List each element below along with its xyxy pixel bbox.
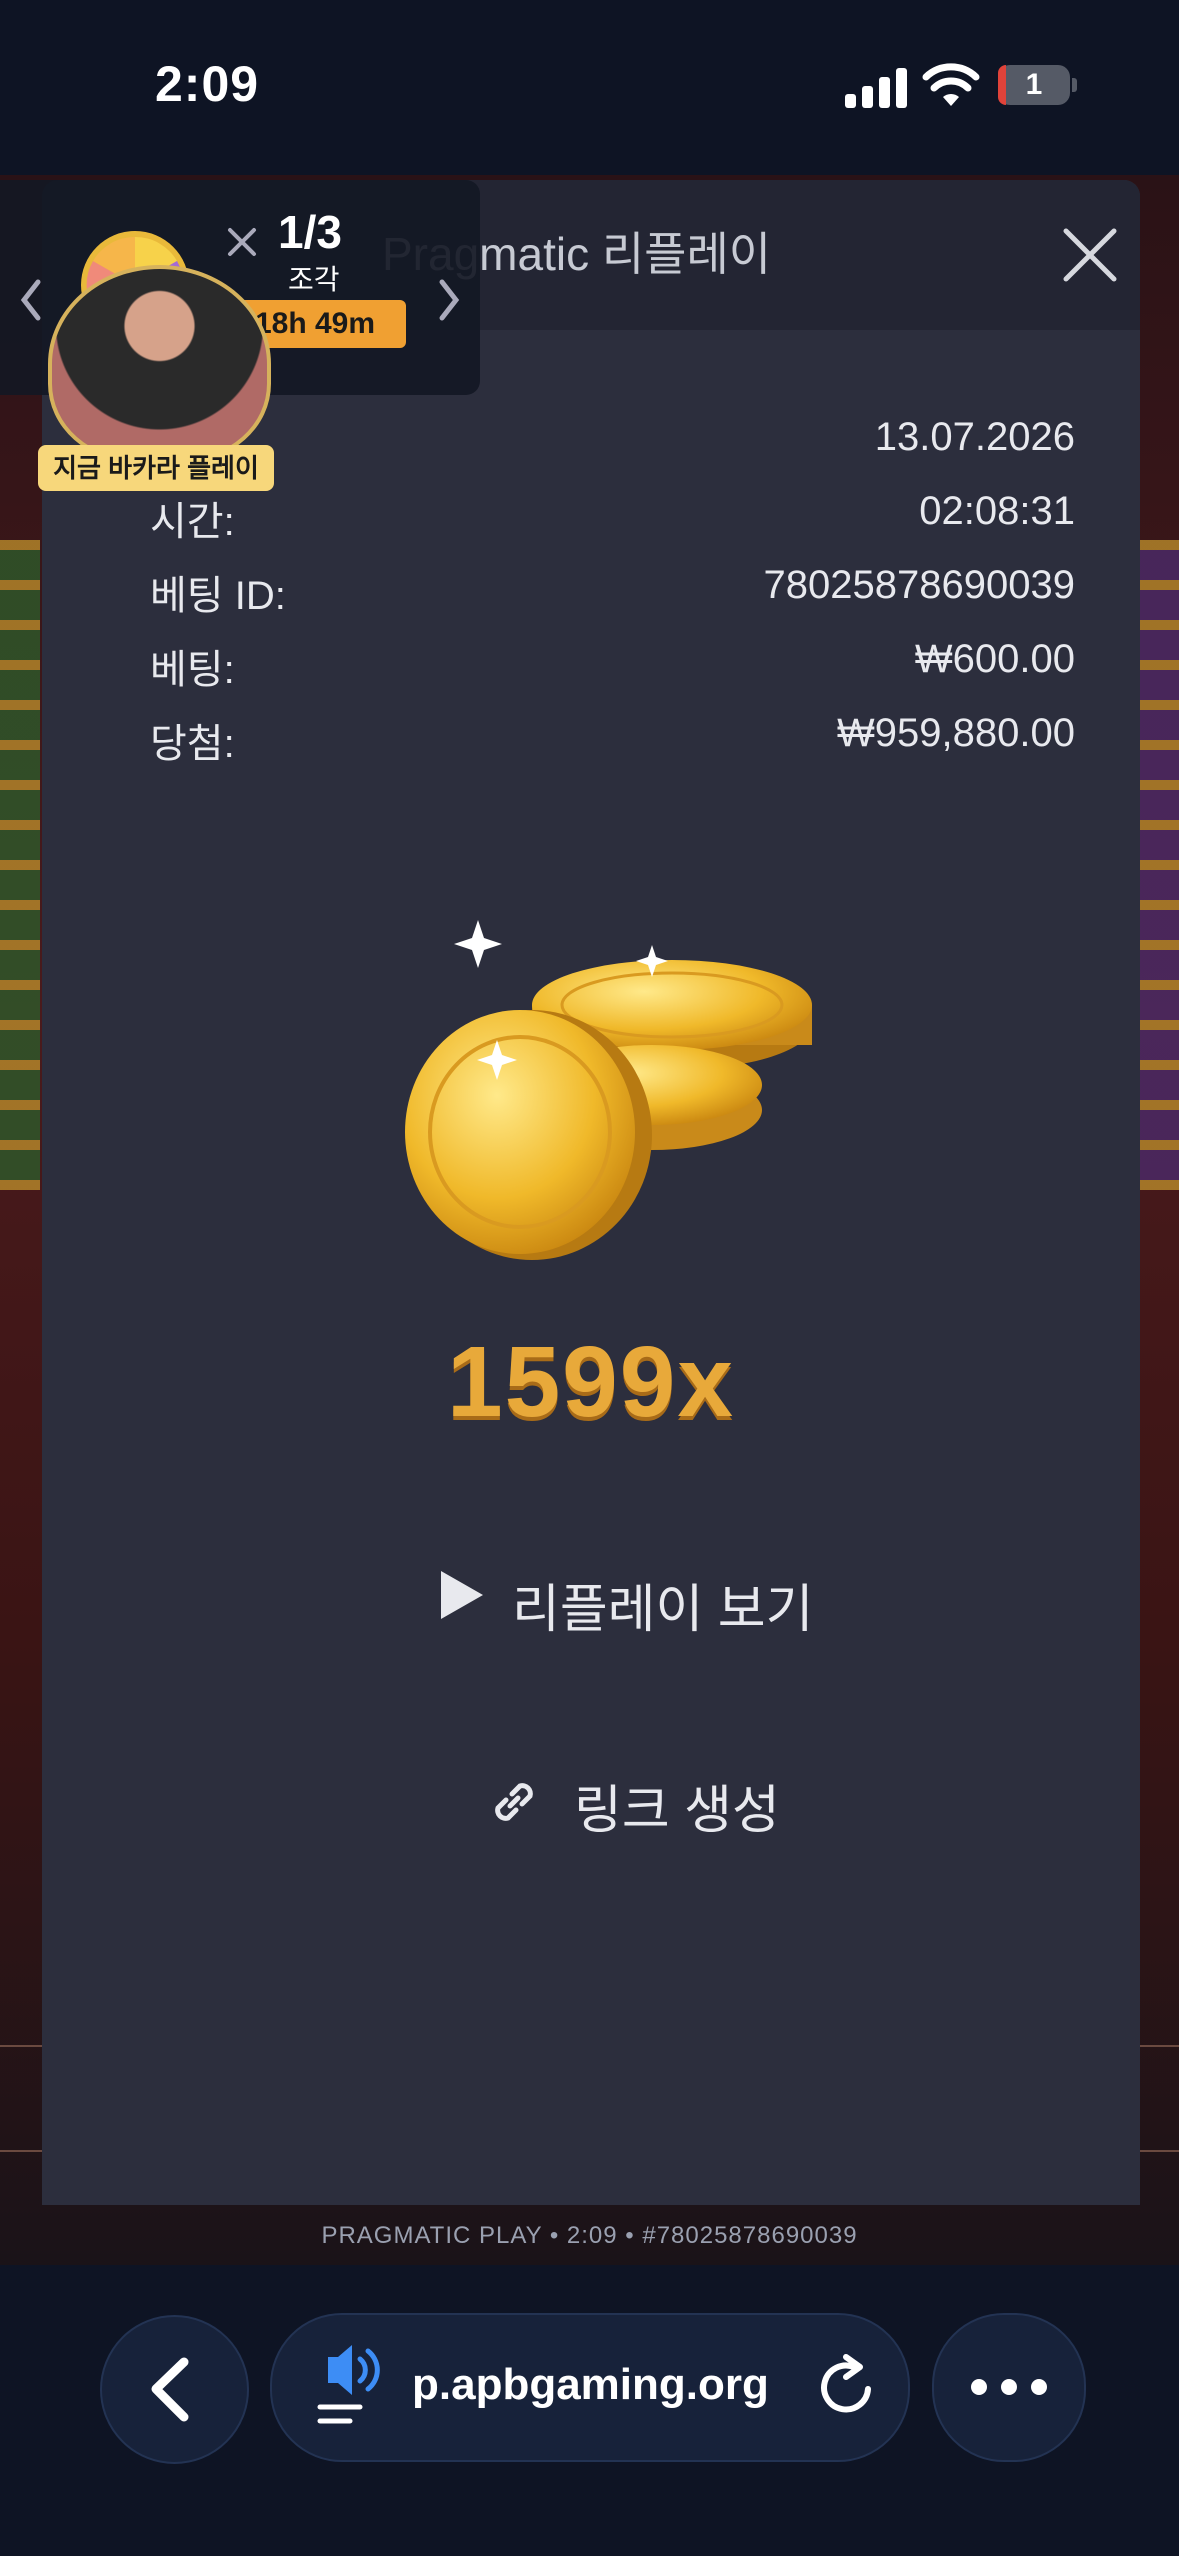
detail-label: 베팅 ID: bbox=[150, 574, 286, 618]
detail-label: 베팅: bbox=[150, 648, 235, 692]
watch-replay-button[interactable]: 리플레이 보기 bbox=[387, 1545, 837, 1645]
more-icon bbox=[971, 2379, 1047, 2395]
battery-level: 1 bbox=[1025, 68, 1043, 101]
win-multiplier: 1599x bbox=[446, 1326, 736, 1438]
detail-value: ₩959,880.00 bbox=[837, 711, 1075, 755]
more-options-button[interactable] bbox=[932, 2313, 1086, 2462]
chevron-right-icon[interactable] bbox=[430, 270, 470, 330]
detail-value: 78025878690039 bbox=[763, 563, 1075, 607]
detail-value: 02:08:31 bbox=[919, 489, 1075, 533]
game-footer-info: PRAGMATIC PLAY • 2:09 • #78025878690039 bbox=[321, 2222, 858, 2249]
close-icon[interactable] bbox=[220, 220, 264, 264]
battery-tip bbox=[1072, 78, 1077, 92]
detail-label: 시간: bbox=[150, 500, 235, 544]
create-link-label: 링크 생성 bbox=[574, 1782, 780, 1840]
promo-piece-count: 1/3 bbox=[278, 206, 342, 258]
back-button[interactable] bbox=[100, 2315, 249, 2464]
chevron-left-icon bbox=[151, 2357, 189, 2422]
close-icon[interactable] bbox=[1050, 215, 1130, 295]
address-bar[interactable]: p.apbgaming.org bbox=[270, 2313, 910, 2462]
link-icon bbox=[495, 1783, 533, 1821]
game-border-right bbox=[1140, 540, 1179, 1190]
play-icon bbox=[441, 1571, 483, 1619]
detail-row-bet: 베팅: ₩600.00 bbox=[150, 627, 1075, 701]
baccarat-play-button[interactable]: 지금 바카라 플레이 bbox=[38, 445, 274, 491]
watch-replay-label: 리플레이 보기 bbox=[512, 1581, 814, 1639]
cellular-signal-icon bbox=[845, 68, 907, 108]
browser-toolbar: p.apbgaming.org bbox=[0, 2265, 1179, 2556]
baccarat-promo[interactable]: 지금 바카라 플레이 bbox=[38, 265, 278, 495]
detail-row-win: 당첨: ₩959,880.00 bbox=[150, 701, 1075, 775]
create-link-button[interactable]: 링크 생성 bbox=[432, 1750, 812, 1850]
reload-icon[interactable] bbox=[812, 2353, 882, 2423]
wifi-icon bbox=[922, 63, 980, 106]
status-time: 2:09 bbox=[155, 56, 260, 112]
promo-piece-label: 조각 bbox=[288, 264, 340, 295]
detail-value: ₩600.00 bbox=[914, 637, 1075, 681]
url-text: p.apbgaming.org bbox=[412, 2360, 769, 2409]
detail-row-date: 13.07.2026 bbox=[150, 405, 1075, 479]
detail-row-bet-id: 베팅 ID: 78025878690039 bbox=[150, 553, 1075, 627]
bet-details: 13.07.2026 시간: 02:08:31 베팅 ID: 780258786… bbox=[150, 405, 1075, 775]
game-border-left bbox=[0, 540, 40, 1190]
dealer-avatar bbox=[48, 265, 271, 463]
battery-icon: 1 bbox=[998, 65, 1070, 105]
detail-label: 당첨: bbox=[150, 722, 235, 766]
gold-coins-icon bbox=[405, 920, 812, 1260]
status-bar: 2:09 1 bbox=[0, 0, 1179, 175]
detail-row-time: 시간: 02:08:31 bbox=[150, 479, 1075, 553]
sound-playing-icon bbox=[317, 2345, 380, 2424]
detail-value: 13.07.2026 bbox=[874, 415, 1075, 459]
